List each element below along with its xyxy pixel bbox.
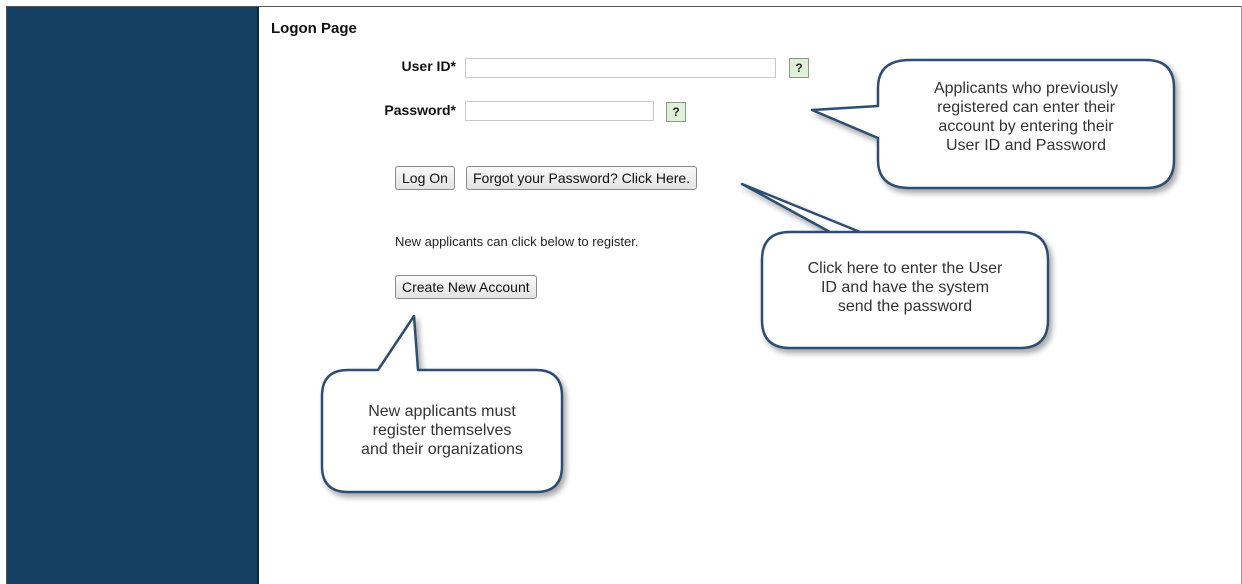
forgot-callout-line: ID and have the system (820, 279, 990, 296)
login-callout-line: User ID and Password (945, 137, 1107, 154)
login-callout-line: registered can enter their (937, 99, 1115, 116)
login-callout-text: Applicants who previously registered can… (880, 79, 1172, 155)
login-callout-line: account by entering their (938, 118, 1114, 135)
register-callout-line: and their organizations (361, 441, 523, 458)
register-callout-line: register themselves (372, 422, 512, 439)
forgot-callout-line: Click here to enter the User (807, 260, 1003, 277)
register-callout-text: New applicants must register themselves … (324, 402, 560, 459)
forgot-callout-line: send the password (837, 298, 973, 315)
login-callout-line: Applicants who previously (933, 80, 1119, 97)
register-callout-line: New applicants must (368, 403, 516, 420)
forgot-callout-text: Click here to enter the User ID and have… (764, 259, 1046, 316)
